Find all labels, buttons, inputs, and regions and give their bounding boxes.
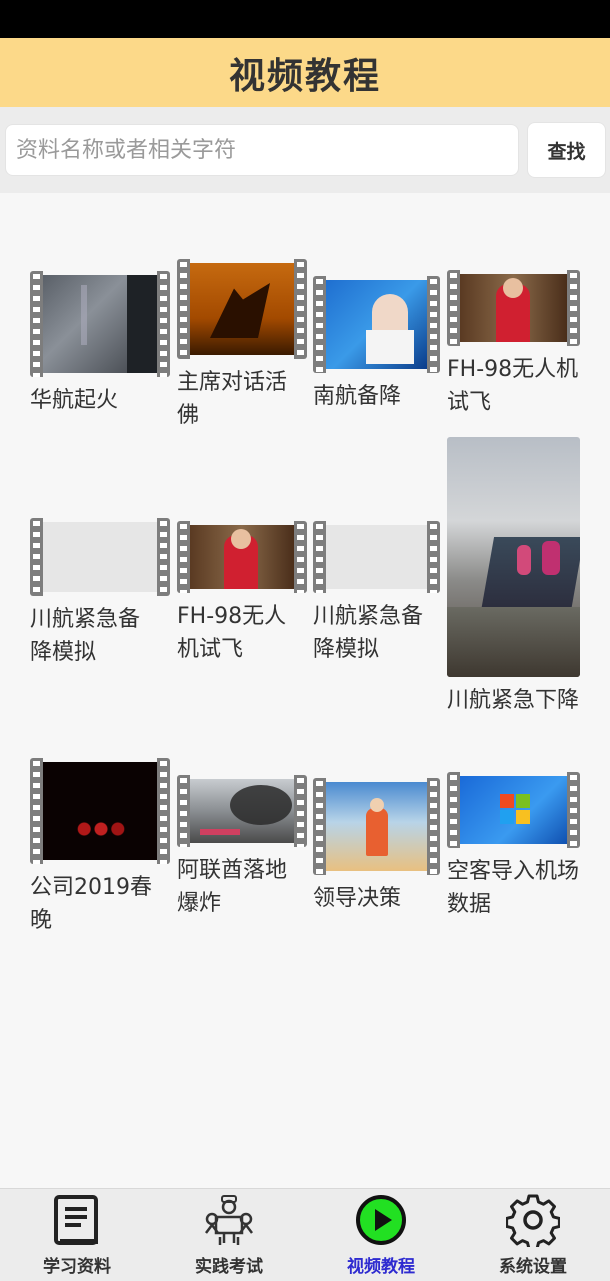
video-item[interactable]: 川航紧急备降模拟 [30, 518, 170, 668]
video-caption: FH-98无人机试飞 [177, 604, 287, 662]
tab-label: 实践考试 [195, 1257, 263, 1277]
video-thumbnail [447, 270, 580, 346]
video-thumbnail [447, 772, 580, 848]
video-caption: 公司2019春晚 [30, 875, 152, 933]
video-caption: 空客导入机场数据 [447, 859, 580, 917]
tab-study-materials[interactable]: 学习资料 [1, 1189, 153, 1281]
tab-system-settings[interactable]: 系统设置 [457, 1189, 609, 1281]
video-caption: 领导决策 [313, 886, 402, 911]
video-thumbnail [30, 518, 170, 596]
video-item[interactable]: FH-98无人机试飞 [177, 521, 307, 671]
video-caption: FH-98无人机试飞 [447, 357, 579, 415]
video-item[interactable]: 川航紧急下降 [447, 437, 582, 757]
video-item[interactable]: FH-98无人机试飞 [447, 270, 582, 420]
video-item[interactable]: 华航起火 [30, 271, 170, 421]
video-item[interactable]: 领导决策 [313, 778, 443, 918]
search-input[interactable] [5, 124, 519, 176]
tab-label: 学习资料 [43, 1257, 111, 1277]
video-caption: 主席对话活佛 [177, 370, 288, 428]
video-thumbnail [447, 437, 580, 677]
book-icon [54, 1195, 98, 1245]
exam-icon [205, 1195, 253, 1245]
video-item[interactable]: 南航备降 [313, 276, 443, 416]
video-item[interactable]: 川航紧急备降模拟 [313, 521, 443, 671]
video-item[interactable]: 主席对话活佛 [177, 259, 307, 434]
bottom-tab-bar: 学习资料 实践考试 视频教程 系统设置 [0, 1188, 610, 1281]
video-thumbnail [313, 276, 440, 373]
video-item[interactable]: 阿联酋落地爆炸 [177, 775, 307, 925]
video-caption: 南航备降 [313, 384, 402, 409]
video-item[interactable]: 公司2019春晚 [30, 758, 170, 943]
video-caption: 川航紧急备降模拟 [313, 604, 424, 662]
video-thumbnail [30, 271, 170, 377]
video-thumbnail [30, 758, 170, 864]
video-caption: 华航起火 [30, 388, 119, 413]
gear-icon [506, 1194, 560, 1247]
play-icon [356, 1195, 406, 1245]
video-caption: 川航紧急备降模拟 [30, 607, 141, 665]
page-header: 视频教程 [0, 38, 610, 107]
video-thumbnail [177, 521, 307, 593]
tab-practice-exam[interactable]: 实践考试 [153, 1189, 305, 1281]
tab-label: 视频教程 [347, 1257, 415, 1277]
video-thumbnail [177, 259, 307, 359]
tab-label: 系统设置 [499, 1257, 567, 1277]
video-caption: 阿联酋落地爆炸 [177, 858, 288, 916]
video-thumbnail [313, 521, 440, 593]
video-caption: 川航紧急下降 [447, 688, 580, 713]
search-button[interactable]: 查找 [527, 122, 606, 178]
video-item[interactable]: 空客导入机场数据 [447, 772, 582, 922]
status-bar [0, 0, 610, 38]
video-thumbnail [313, 778, 440, 875]
video-thumbnail [177, 775, 307, 847]
page-title: 视频教程 [228, 55, 381, 97]
tab-video-tutorials[interactable]: 视频教程 [305, 1189, 457, 1281]
search-bar [0, 107, 610, 193]
